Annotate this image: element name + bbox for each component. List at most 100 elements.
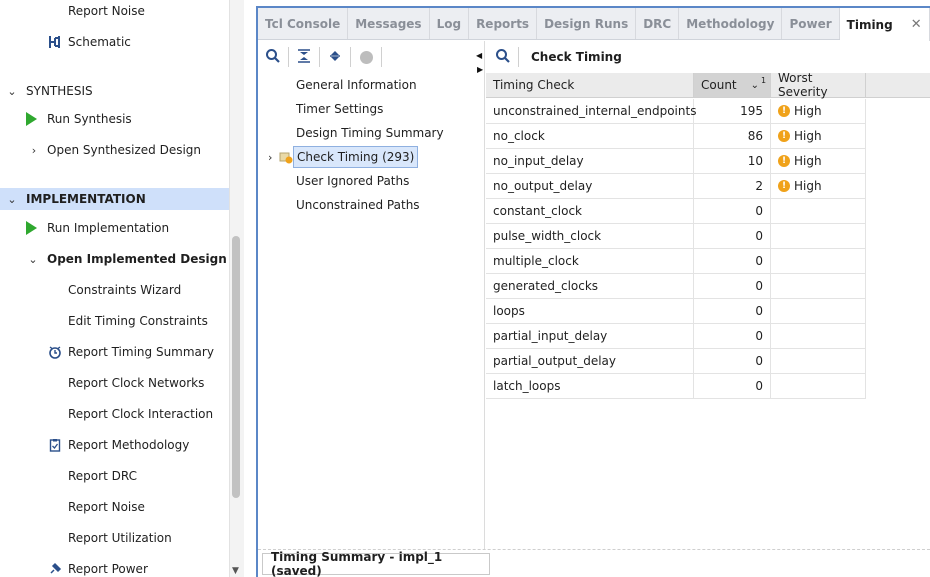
warning-icon: ! bbox=[778, 155, 790, 167]
tree-label: Unconstrained Paths bbox=[296, 198, 420, 212]
tree-item-design-timing-summary[interactable]: Design Timing Summary bbox=[296, 122, 444, 144]
cell-worst-severity bbox=[771, 224, 866, 249]
nav-section-synthesis[interactable]: ⌄ SYNTHESIS bbox=[6, 80, 93, 102]
nav-open-synthesized-design[interactable]: › Open Synthesized Design bbox=[28, 139, 201, 161]
cell-timing-check: partial_output_delay bbox=[486, 349, 694, 374]
nav-label: Run Synthesis bbox=[47, 112, 132, 126]
header-label: Timing Check bbox=[493, 78, 575, 92]
cell-timing-check: pulse_width_clock bbox=[486, 224, 694, 249]
cell-timing-check: no_output_delay bbox=[486, 174, 694, 199]
nav-report-noise-top[interactable]: Report Noise bbox=[68, 0, 145, 22]
tree-item-general-information[interactable]: General Information bbox=[296, 74, 417, 96]
tree-label: Timer Settings bbox=[296, 102, 384, 116]
nav-label: Report Methodology bbox=[68, 438, 190, 452]
column-header-timing-check[interactable]: Timing Check bbox=[486, 73, 694, 98]
tree-item-unconstrained-paths[interactable]: Unconstrained Paths bbox=[296, 194, 420, 216]
tab-power[interactable]: Power bbox=[782, 8, 840, 39]
close-icon[interactable]: ✕ bbox=[911, 17, 922, 32]
tab-timing[interactable]: Timing ✕ bbox=[839, 8, 930, 41]
nav-label: SYNTHESIS bbox=[26, 84, 93, 98]
tree-item-check-timing[interactable]: Check Timing (293) bbox=[293, 146, 419, 168]
nav-report-utilization[interactable]: Report Utilization bbox=[68, 527, 172, 549]
chevron-right-icon: › bbox=[268, 150, 273, 164]
tab-methodology[interactable]: Methodology bbox=[679, 8, 783, 39]
search-button[interactable] bbox=[488, 43, 518, 71]
tab-log[interactable]: Log bbox=[430, 8, 470, 39]
cell-count: 195 bbox=[694, 99, 771, 124]
tab-label: Timing bbox=[846, 17, 893, 32]
disabled-action-button[interactable] bbox=[351, 43, 381, 71]
tab-label: Design Runs bbox=[544, 16, 629, 31]
chevron-down-icon: ⌄ bbox=[7, 192, 17, 206]
nav-label: Run Implementation bbox=[47, 221, 170, 235]
tree-label: Check Timing (293) bbox=[297, 150, 415, 164]
collapse-left-arrow-icon[interactable]: ◀ bbox=[476, 51, 482, 60]
cell-timing-check: generated_clocks bbox=[486, 274, 694, 299]
collapse-all-button[interactable] bbox=[289, 43, 319, 71]
tab-label: Reports bbox=[476, 16, 530, 31]
expand-right-arrow-icon[interactable]: ▶ bbox=[477, 65, 483, 74]
tab-messages[interactable]: Messages bbox=[348, 8, 430, 39]
nav-schematic[interactable]: Schematic bbox=[47, 31, 131, 53]
expand-all-button[interactable] bbox=[320, 43, 350, 71]
nav-report-methodology[interactable]: Report Methodology bbox=[47, 434, 189, 456]
search-icon bbox=[265, 48, 281, 67]
cell-timing-check: no_input_delay bbox=[486, 149, 694, 174]
cell-worst-severity: ! High bbox=[771, 124, 866, 149]
panel-splitter[interactable] bbox=[484, 41, 485, 549]
cell-worst-severity bbox=[771, 199, 866, 224]
nav-report-clock-interaction[interactable]: Report Clock Interaction bbox=[68, 403, 213, 425]
nav-label: Constraints Wizard bbox=[68, 283, 182, 297]
column-header-count[interactable]: Count ⌄ 1 bbox=[694, 73, 771, 98]
cell-count: 0 bbox=[694, 199, 771, 224]
nav-run-synthesis[interactable]: Run Synthesis bbox=[26, 108, 132, 130]
search-button[interactable] bbox=[258, 43, 288, 71]
tab-design-runs[interactable]: Design Runs bbox=[537, 8, 637, 39]
nav-label: Open Synthesized Design bbox=[47, 143, 202, 157]
expand-all-icon bbox=[328, 49, 342, 66]
cell-timing-check: latch_loops bbox=[486, 374, 694, 399]
circle-icon bbox=[359, 50, 373, 64]
nav-report-noise[interactable]: Report Noise bbox=[68, 496, 145, 518]
cell-timing-check: no_clock bbox=[486, 124, 694, 149]
cell-timing-check: constant_clock bbox=[486, 199, 694, 224]
tree-item-user-ignored-paths[interactable]: User Ignored Paths bbox=[296, 170, 409, 192]
nav-report-timing-summary[interactable]: Report Timing Summary bbox=[47, 341, 214, 363]
cell-worst-severity bbox=[771, 274, 866, 299]
scroll-down-arrow-icon[interactable]: ▼ bbox=[232, 566, 239, 576]
column-header-worst-severity[interactable]: Worst Severity bbox=[771, 71, 866, 99]
tree-toolbar bbox=[258, 41, 484, 73]
tab-reports[interactable]: Reports bbox=[469, 8, 538, 39]
nav-constraints-wizard[interactable]: Constraints Wizard bbox=[68, 279, 181, 301]
nav-label: Schematic bbox=[68, 35, 131, 49]
cell-worst-severity bbox=[771, 299, 866, 324]
cell-worst-severity bbox=[771, 249, 866, 274]
cell-count: 0 bbox=[694, 274, 771, 299]
nav-report-drc[interactable]: Report DRC bbox=[68, 465, 137, 487]
tree-item-timer-settings[interactable]: Timer Settings bbox=[296, 98, 383, 120]
tab-drc[interactable]: DRC bbox=[636, 8, 680, 39]
cell-count: 2 bbox=[694, 174, 771, 199]
nav-run-implementation[interactable]: Run Implementation bbox=[26, 217, 169, 239]
check-timing-toolbar: Check Timing bbox=[485, 41, 930, 73]
tab-tcl-console[interactable]: Tcl Console bbox=[258, 8, 349, 39]
report-tab-timing-summary[interactable]: Timing Summary - impl_1 (saved) bbox=[262, 550, 490, 577]
clipboard-icon bbox=[47, 437, 63, 453]
tree-expand-arrow[interactable]: › bbox=[268, 146, 272, 168]
nav-edit-timing-constraints[interactable]: Edit Timing Constraints bbox=[68, 310, 208, 332]
warning-icon: ! bbox=[778, 180, 790, 192]
chevron-down-icon: ⌄ bbox=[7, 84, 17, 98]
nav-open-implemented-design[interactable]: ⌄ Open Implemented Design bbox=[27, 248, 226, 270]
cell-count: 0 bbox=[694, 324, 771, 349]
cell-worst-severity: ! High bbox=[771, 149, 866, 174]
sort-rank: 1 bbox=[761, 75, 767, 85]
nav-scrollbar-thumb[interactable] bbox=[232, 236, 240, 498]
cell-timing-check: unconstrained_internal_endpoints bbox=[486, 99, 696, 124]
nav-section-implementation[interactable]: ⌄ IMPLEMENTATION bbox=[0, 188, 229, 210]
nav-report-clock-networks[interactable]: Report Clock Networks bbox=[68, 372, 204, 394]
cell-count: 86 bbox=[694, 124, 771, 149]
report-tab-bar: Timing Summary - impl_1 (saved) bbox=[258, 549, 930, 577]
nav-report-power[interactable]: Report Power bbox=[47, 558, 148, 577]
toolbar-divider bbox=[381, 47, 382, 67]
cell-count: 10 bbox=[694, 149, 771, 174]
